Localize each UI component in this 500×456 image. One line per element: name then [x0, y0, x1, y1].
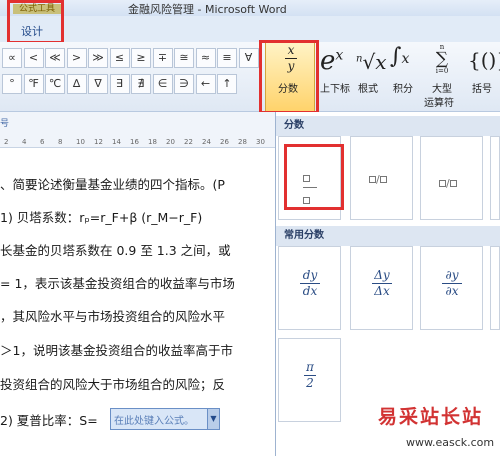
ruler-number: 24	[202, 138, 211, 146]
doc-line: 1) 贝塔系数：rₚ=r_F+β (r_M−r_F)	[0, 210, 203, 225]
large-operator-icon[interactable]: n ∑ i=0	[430, 43, 454, 75]
symbol-button[interactable]: ℉	[23, 74, 44, 94]
ruler-number: 6	[40, 138, 45, 146]
common-fraction-delta[interactable]: Δy Δx	[350, 246, 413, 330]
symbol-button[interactable]: °	[2, 74, 22, 94]
ruler-numbers: 2 4 6 8 10 12 14 16 18 20 22 24 26 28 30	[0, 138, 275, 148]
common-fraction-tile-partial[interactable]	[490, 246, 500, 330]
symbol-button[interactable]: <	[23, 48, 44, 68]
script-icon[interactable]: ex	[320, 46, 343, 76]
small-fraction-tile[interactable]	[490, 136, 500, 220]
symbol-button[interactable]: ∇	[88, 74, 108, 94]
symbol-button[interactable]: ∓	[152, 48, 173, 68]
common-fraction-pi-2[interactable]: π2	[278, 338, 341, 422]
symbol-button[interactable]: >	[66, 48, 87, 68]
symbol-button[interactable]: ≫	[88, 48, 108, 68]
equation-placeholder: 在此处键入公式。	[114, 416, 194, 427]
symbol-button[interactable]: ≅	[174, 48, 194, 68]
ruler-number: 10	[76, 138, 85, 146]
symbol-button[interactable]: ←	[195, 74, 216, 94]
script-button-label[interactable]: 上下标	[320, 80, 350, 95]
symbol-button[interactable]: ∋	[174, 74, 194, 94]
symbol-button[interactable]: ≪	[45, 48, 65, 68]
equation-tools-context-label: 公式工具	[13, 4, 61, 14]
watermark-url: www.easck.com	[406, 436, 495, 449]
doc-line: 、简要论述衡量基金业绩的四个指标。(P	[0, 177, 225, 192]
ruler-number: 16	[130, 138, 139, 146]
equation-input[interactable]: 在此处键入公式。 ▼	[110, 408, 220, 430]
symbol-button[interactable]: ∝	[2, 48, 22, 68]
ruler-number: 2	[4, 138, 9, 146]
window-title: 金融风险管理 - Microsoft Word	[128, 3, 287, 16]
symbol-button[interactable]: ∆	[66, 74, 87, 94]
large-operator-label-2[interactable]: 运算符	[424, 94, 454, 109]
ruler-number: 30	[256, 138, 265, 146]
watermark: 易采站长站 www.easck.com	[366, 400, 500, 456]
bracket-button-label[interactable]: 括号	[472, 80, 492, 95]
gallery-section-common-fraction: 常用分数	[276, 226, 500, 246]
ruler-number: 14	[112, 138, 121, 146]
bracket-icon[interactable]: {()}	[468, 48, 500, 72]
skewed-fraction-tile[interactable]: /	[350, 136, 413, 220]
stacked-fraction-highlight	[284, 144, 344, 210]
doc-line: 长基金的贝塔系数在 0.9 至 1.3 之间，或	[0, 243, 231, 258]
ruler-number: 18	[148, 138, 157, 146]
symbol-button[interactable]: ℃	[45, 74, 65, 94]
ruler-label: 号	[0, 119, 10, 129]
ruler-number: 20	[166, 138, 175, 146]
watermark-brand: 易采站长站	[378, 406, 484, 428]
symbol-button[interactable]: ∃	[109, 74, 130, 94]
radical-icon[interactable]: n√x	[356, 50, 386, 74]
doc-line: ，其风险水平与市场投资组合的风险水平	[0, 309, 226, 324]
symbol-button[interactable]: ≈	[195, 48, 216, 68]
doc-line: 投资组合的风险大于市场组合的风险；反	[0, 377, 226, 392]
tab-design[interactable]: 公式工具 设计	[7, 0, 64, 44]
ruler-number: 22	[184, 138, 193, 146]
symbol-button[interactable]: ≥	[131, 48, 151, 68]
ruler-number: 26	[220, 138, 229, 146]
symbol-button[interactable]: ≤	[109, 48, 130, 68]
ruler: 号 2 4 6 8 10 12 14 16 18 20 22 24 26 28 30	[0, 112, 275, 148]
common-fraction-dy-dx[interactable]: dy dx	[278, 246, 341, 330]
symbol-button[interactable]: ∄	[131, 74, 151, 94]
symbol-button[interactable]: ≡	[217, 48, 237, 68]
fraction-button-highlight	[259, 40, 319, 114]
ruler-number: 12	[94, 138, 103, 146]
symbol-button[interactable]: ∀	[238, 48, 259, 68]
ruler-number: 4	[22, 138, 27, 146]
linear-fraction-tile[interactable]: /	[420, 136, 483, 220]
radical-button-label[interactable]: 根式	[358, 80, 378, 95]
chevron-down-icon[interactable]: ▼	[207, 409, 219, 429]
symbol-button[interactable]: ↑	[217, 74, 237, 94]
integral-icon[interactable]: ∫x	[390, 44, 409, 69]
doc-line: ＞1，说明该基金投资组合的收益率高于市	[0, 343, 233, 358]
title-bar: 金融风险管理 - Microsoft Word	[0, 0, 500, 16]
integral-button-label[interactable]: 积分	[393, 80, 413, 95]
tab-design-label: 设计	[21, 25, 43, 38]
big-op-index: i=0	[435, 67, 449, 75]
large-operator-label-1[interactable]: 大型	[432, 80, 452, 95]
ruler-number: 28	[238, 138, 247, 146]
common-fraction-partial[interactable]: ∂y ∂x	[420, 246, 483, 330]
symbol-button[interactable]: ∈	[152, 74, 173, 94]
doc-line: = 1，表示该基金投资组合的收益率与市场	[0, 276, 235, 291]
gallery-section-fraction: 分数	[276, 116, 500, 136]
ribbon-tab-strip	[0, 16, 500, 42]
ruler-number: 8	[58, 138, 63, 146]
